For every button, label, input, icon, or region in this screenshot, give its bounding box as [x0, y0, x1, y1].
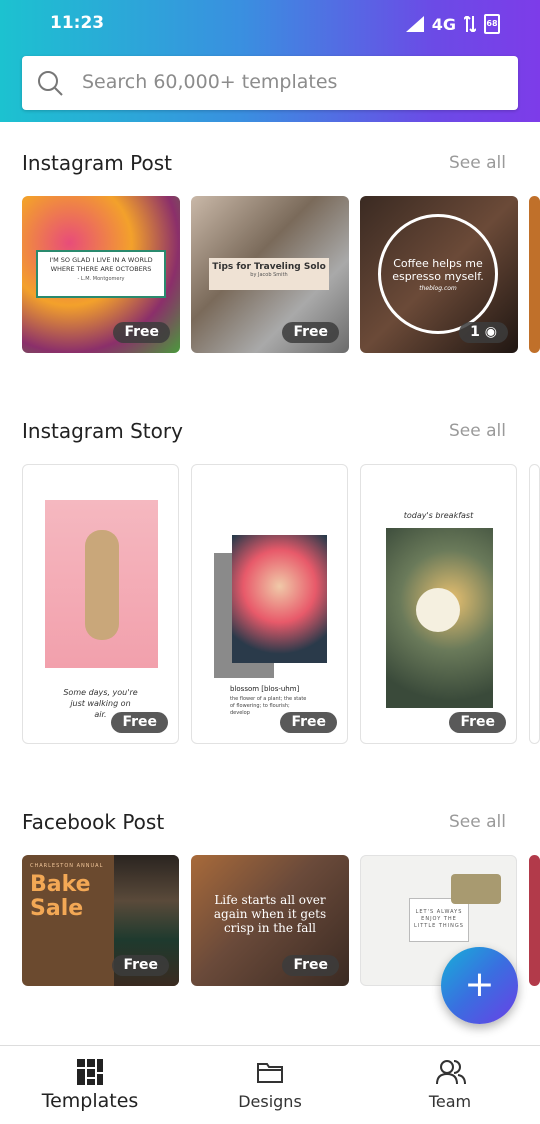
free-badge: Free: [113, 322, 170, 343]
section-title-instagram-story: Instagram Story: [22, 419, 183, 443]
data-arrows-icon: [464, 16, 476, 32]
story-photo: [386, 528, 493, 708]
card-text: Life starts all over again when it gets …: [213, 893, 327, 935]
search-icon: [38, 71, 63, 96]
coin-icon: ◉: [484, 324, 497, 340]
free-badge: Free: [112, 955, 169, 976]
nav-designs[interactable]: Designs: [180, 1046, 360, 1124]
battery-level: 68: [486, 19, 498, 28]
template-card[interactable]: Tips for Traveling Solo by Jacob Smith F…: [191, 196, 349, 353]
circle-frame: Coffee helps me espresso myself. theblog…: [378, 214, 498, 334]
template-card-partial[interactable]: [529, 855, 540, 986]
templates-icon: [77, 1059, 103, 1085]
network-label: 4G: [431, 14, 456, 34]
free-badge: Free: [282, 955, 339, 976]
folder-icon: [257, 1063, 283, 1083]
see-all-facebook-post[interactable]: See all: [449, 812, 506, 832]
card-text: LET'S ALWAYS ENJOY THE LITTLE THINGS: [409, 898, 469, 942]
template-card[interactable]: Coffee helps me espresso myself. theblog…: [360, 196, 518, 353]
card-subtext: CHARLESTON ANNUAL: [30, 863, 104, 869]
template-card[interactable]: CHARLESTON ANNUAL Bake Sale Free: [22, 855, 179, 986]
story-photo: [232, 535, 327, 663]
template-card[interactable]: Some days, you're just walking on air. F…: [22, 464, 179, 744]
story-photo: [45, 500, 158, 668]
quote-box: I'M SO GLAD I LIVE IN A WORLD WHERE THER…: [36, 250, 166, 298]
search-input[interactable]: Search 60,000+ templates: [82, 71, 337, 93]
premium-badge: 1 ◉: [459, 322, 508, 343]
plus-icon: +: [464, 964, 495, 1005]
free-badge: Free: [449, 712, 506, 733]
card-text: Tips for Traveling Solo: [212, 262, 326, 272]
card-subtext: by Jacob Smith: [250, 272, 288, 278]
signal-icon: [405, 16, 424, 32]
free-badge: Free: [282, 322, 339, 343]
battery-icon: 68: [484, 14, 500, 34]
nav-team-label: Team: [428, 1092, 472, 1111]
template-card[interactable]: I'M SO GLAD I LIVE IN A WORLD WHERE THER…: [22, 196, 180, 353]
card-text: blossom [blos-uhm]: [230, 685, 300, 693]
card-text: I'M SO GLAD I LIVE IN A WORLD WHERE THER…: [49, 256, 153, 273]
nav-team[interactable]: Team: [360, 1046, 540, 1124]
status-icons: 4G 68: [405, 14, 500, 34]
nav-templates[interactable]: Templates: [0, 1046, 180, 1124]
card-text: Coffee helps me espresso myself.: [392, 257, 484, 283]
card-text: Bake Sale: [30, 872, 91, 921]
status-time: 11:23: [50, 13, 105, 33]
card-text: today's breakfast: [403, 511, 474, 520]
see-all-instagram-story[interactable]: See all: [449, 421, 506, 441]
app-header: 11:23 4G 68 Search 60,000+ templates: [0, 0, 540, 122]
free-badge: Free: [111, 712, 168, 733]
team-icon: [436, 1060, 466, 1085]
template-card[interactable]: today's breakfast Free: [360, 464, 517, 744]
nav-designs-label: Designs: [238, 1092, 302, 1111]
free-badge: Free: [280, 712, 337, 733]
card-subtext: theblog.com: [419, 285, 457, 292]
bottom-navigation: Templates Designs Team: [0, 1045, 540, 1123]
template-card[interactable]: blossom [blos-uhm] the flower of a plant…: [191, 464, 348, 744]
tray: [451, 874, 501, 904]
create-design-button[interactable]: +: [441, 947, 518, 1024]
premium-count: 1: [470, 324, 480, 340]
section-title-facebook-post: Facebook Post: [22, 810, 165, 834]
template-card-partial[interactable]: [529, 464, 540, 744]
nav-templates-label: Templates: [41, 1090, 139, 1112]
title-box: Tips for Traveling Solo by Jacob Smith: [209, 258, 329, 290]
card-subtext: - L.M. Montgomery: [77, 276, 125, 282]
figure: [85, 530, 119, 640]
search-bar[interactable]: Search 60,000+ templates: [22, 56, 518, 110]
plate: [416, 588, 460, 632]
section-title-instagram-post: Instagram Post: [22, 151, 172, 175]
status-bar: 11:23 4G 68: [0, 10, 540, 38]
template-card-partial[interactable]: [529, 196, 540, 353]
template-card[interactable]: Life starts all over again when it gets …: [191, 855, 349, 986]
see-all-instagram-post[interactable]: See all: [449, 153, 506, 173]
